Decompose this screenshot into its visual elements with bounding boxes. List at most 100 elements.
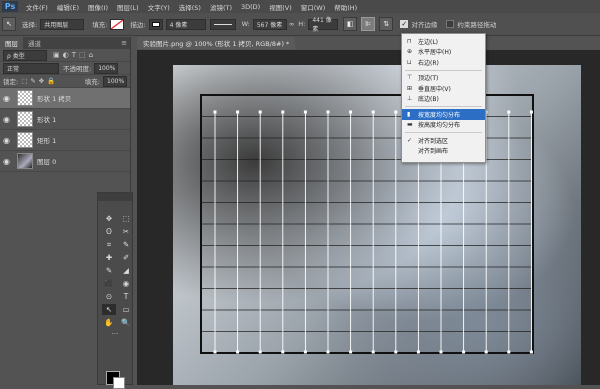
- visibility-eye-icon[interactable]: ◉: [3, 157, 13, 166]
- link-icon[interactable]: ∞: [289, 20, 294, 28]
- fill-swatch[interactable]: [110, 18, 125, 30]
- document-image[interactable]: [173, 65, 581, 385]
- blend-mode-dropdown[interactable]: 正常: [3, 62, 59, 74]
- menu-item-align-left[interactable]: ⊓ 左边(L): [402, 36, 485, 47]
- eraser-tool-icon[interactable]: ⬛: [102, 278, 116, 289]
- anchor-point-handle[interactable]: [507, 350, 511, 354]
- layer-row[interactable]: ◉ 图层 0: [0, 151, 130, 172]
- menu-item-align-top[interactable]: ⊤ 顶边(T): [402, 73, 485, 84]
- stroke-swatch[interactable]: [148, 18, 163, 30]
- zoom-tool-icon[interactable]: 🔍: [119, 317, 133, 328]
- menu-layer[interactable]: 图层(L): [117, 2, 139, 12]
- panel-menu-icon[interactable]: ≡: [121, 39, 127, 47]
- fill-opacity-field[interactable]: 100%: [103, 75, 127, 87]
- anchor-point-handle[interactable]: [303, 110, 307, 114]
- anchor-point-handle[interactable]: [529, 110, 533, 114]
- anchor-point-handle[interactable]: [371, 350, 375, 354]
- anchor-point-handle[interactable]: [394, 350, 398, 354]
- anchor-point-handle[interactable]: [258, 110, 262, 114]
- anchor-point-handle[interactable]: [394, 110, 398, 114]
- menu-item-align-right[interactable]: ⊔ 右边(R): [402, 57, 485, 68]
- anchor-point-handle[interactable]: [281, 110, 285, 114]
- anchor-point-handle[interactable]: [484, 350, 488, 354]
- visibility-eye-icon[interactable]: ◉: [3, 136, 13, 145]
- anchor-point-handle[interactable]: [349, 110, 353, 114]
- stamp-tool-icon[interactable]: ✎: [102, 265, 116, 276]
- anchor-point-handle[interactable]: [258, 350, 262, 354]
- gradient-tool-icon[interactable]: ◉: [119, 278, 133, 289]
- visibility-eye-icon[interactable]: ◉: [3, 94, 13, 103]
- anchor-point-handle[interactable]: [416, 350, 420, 354]
- path-alignment-icon[interactable]: ⊫: [361, 17, 376, 31]
- toolbox-header[interactable]: [98, 193, 132, 201]
- healing-tool-icon[interactable]: ✚: [102, 252, 116, 263]
- path-select-dropdown[interactable]: 共用图层: [40, 18, 85, 30]
- eyedropper-tool-icon[interactable]: ✎: [119, 239, 133, 250]
- anchor-point-handle[interactable]: [326, 110, 330, 114]
- height-field[interactable]: 441 像素: [308, 17, 339, 33]
- anchor-point-handle[interactable]: [507, 110, 511, 114]
- opacity-field[interactable]: 100%: [94, 62, 119, 74]
- crop-tool-icon[interactable]: ⌗: [102, 239, 116, 250]
- anchor-point-handle[interactable]: [349, 350, 353, 354]
- document-tab[interactable]: 实验图片.png @ 100% (形状 1 拷贝, RGB/8#) *: [137, 37, 296, 49]
- brush-tool-icon[interactable]: ✐: [119, 252, 133, 263]
- layer-row[interactable]: ◉ 形状 1: [0, 109, 130, 130]
- path-select-tool-icon[interactable]: ↖: [102, 304, 116, 315]
- anchor-point-handle[interactable]: [462, 350, 466, 354]
- more-tools-icon[interactable]: ···: [98, 330, 132, 338]
- background-color-swatch[interactable]: [113, 377, 125, 389]
- layer-row[interactable]: ◉ 矩形 1: [0, 130, 130, 151]
- grid-shape-layer[interactable]: [173, 65, 581, 385]
- blur-tool-icon[interactable]: ⊙: [102, 291, 116, 302]
- menu-item-distribute-width[interactable]: ▮ 按宽度均匀分布: [402, 109, 485, 120]
- anchor-point-handle[interactable]: [371, 110, 375, 114]
- menu-item-distribute-height[interactable]: ▬ 按高度均匀分布: [402, 120, 485, 131]
- menu-item-align-bottom[interactable]: ⊥ 底边(B): [402, 94, 485, 105]
- hand-tool-icon[interactable]: ✋: [102, 317, 116, 328]
- menu-item-align-to-selection[interactable]: ✓ 对齐到选区: [402, 135, 485, 146]
- menu-item-align-vertical-center[interactable]: ⊞ 垂直居中(V): [402, 83, 485, 94]
- menu-view[interactable]: 视图(V): [269, 2, 292, 12]
- width-field[interactable]: 567 像素: [252, 18, 287, 30]
- anchor-point-handle[interactable]: [529, 350, 533, 354]
- history-brush-tool-icon[interactable]: ◢: [119, 265, 133, 276]
- filter-icons[interactable]: ▣◐T⬚⌂: [53, 51, 96, 59]
- layer-kind-filter[interactable]: ρ 类型: [3, 49, 47, 61]
- menu-file[interactable]: 文件(F): [26, 2, 48, 12]
- menu-select[interactable]: 选择(S): [179, 2, 201, 12]
- menu-image[interactable]: 图像(I): [88, 2, 108, 12]
- stroke-width-field[interactable]: 4 像素: [165, 18, 206, 30]
- anchor-point-handle[interactable]: [213, 350, 217, 354]
- quick-select-tool-icon[interactable]: ✂: [119, 226, 133, 237]
- menu-help[interactable]: 帮助(H): [334, 2, 357, 12]
- menu-3d[interactable]: 3D(D): [241, 3, 260, 11]
- visibility-eye-icon[interactable]: ◉: [3, 115, 13, 124]
- anchor-point-handle[interactable]: [236, 350, 240, 354]
- stroke-style-dropdown[interactable]: [209, 18, 236, 30]
- shape-tool-icon[interactable]: ▭: [119, 304, 133, 315]
- type-tool-icon[interactable]: T: [119, 291, 133, 302]
- tab-layers[interactable]: 图层: [0, 37, 23, 49]
- menu-item-align-horizontal-center[interactable]: ⊕ 水平居中(H): [402, 47, 485, 58]
- path-operations-icon[interactable]: ◧: [343, 17, 358, 31]
- menu-window[interactable]: 窗口(W): [301, 2, 326, 12]
- marquee-tool-icon[interactable]: ⬚: [119, 213, 133, 224]
- anchor-point-handle[interactable]: [326, 350, 330, 354]
- menu-edit[interactable]: 编辑(E): [57, 2, 79, 12]
- layer-row[interactable]: ◉ 形状 1 拷贝: [0, 88, 130, 109]
- menu-type[interactable]: 文字(Y): [148, 2, 170, 12]
- tab-channels[interactable]: 通道: [23, 37, 46, 49]
- anchor-point-handle[interactable]: [303, 350, 307, 354]
- path-arrangement-icon[interactable]: ⇅: [379, 17, 394, 31]
- lock-icons[interactable]: ⬚✎✥🔒: [21, 77, 58, 85]
- lasso-tool-icon[interactable]: ʘ: [102, 226, 116, 237]
- anchor-point-handle[interactable]: [213, 110, 217, 114]
- anchor-point-handle[interactable]: [236, 110, 240, 114]
- align-edges-checkbox[interactable]: ✓: [400, 20, 409, 28]
- move-tool-icon[interactable]: ✥: [102, 213, 116, 224]
- anchor-point-handle[interactable]: [439, 350, 443, 354]
- menu-item-align-to-canvas[interactable]: 对齐到画布: [402, 146, 485, 157]
- path-select-tool-icon[interactable]: ↖: [2, 17, 16, 31]
- canvas-area[interactable]: [137, 50, 600, 385]
